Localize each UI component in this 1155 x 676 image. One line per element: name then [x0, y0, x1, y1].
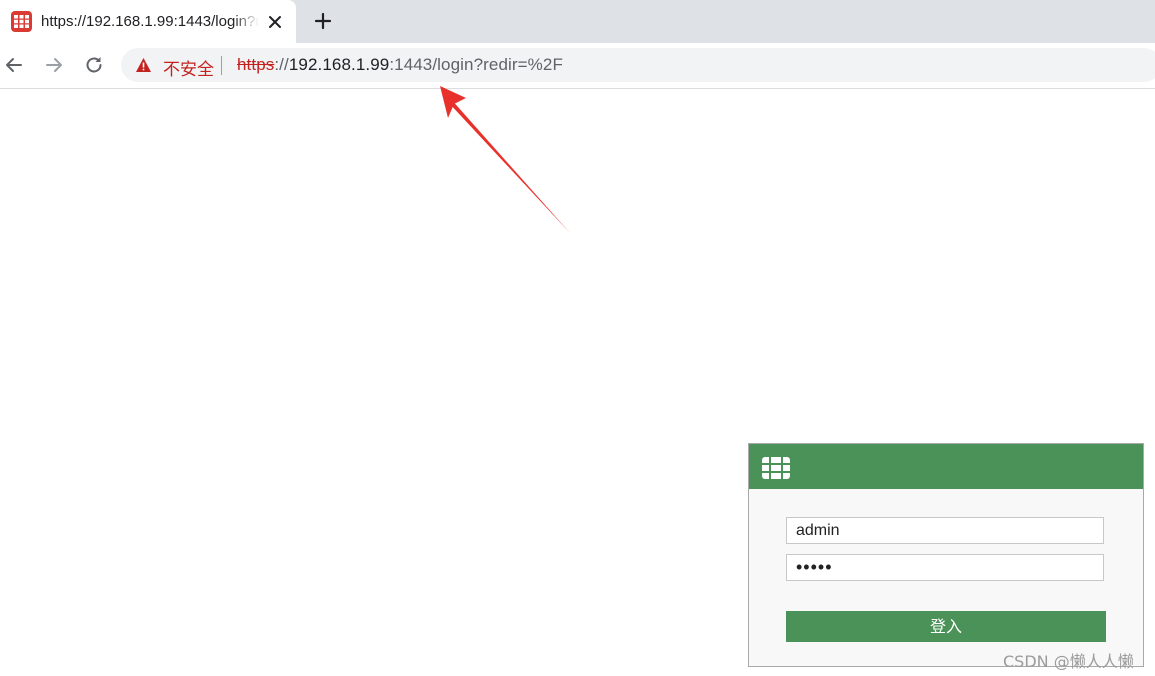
tab-active[interactable]: https://192.168.1.99:1443/login?redir=%2… — [0, 0, 296, 43]
login-panel: 登入 — [748, 443, 1144, 667]
annotation-arrow — [440, 86, 570, 233]
url-host: 192.168.1.99 — [288, 55, 390, 74]
login-header — [749, 444, 1143, 489]
browser-window: https://192.168.1.99:1443/login?redir=%2… — [0, 0, 1155, 676]
address-bar[interactable]: 不安全 https://192.168.1.99:1443/login?redi… — [121, 48, 1155, 82]
close-icon[interactable] — [264, 11, 286, 33]
tab-title: https://192.168.1.99:1443/login?redir=%2… — [41, 13, 259, 30]
security-status-label[interactable]: 不安全 — [163, 55, 214, 80]
login-button[interactable]: 登入 — [786, 611, 1106, 642]
tab-strip: https://192.168.1.99:1443/login?redir=%2… — [0, 0, 1155, 43]
address-divider — [221, 56, 222, 75]
warning-triangle-icon[interactable] — [135, 57, 152, 73]
arrow-left-icon[interactable] — [2, 53, 26, 77]
annotation-arrow-shaft — [442, 89, 570, 233]
fortinet-logo-icon — [760, 457, 792, 479]
url-scheme: https — [237, 55, 275, 74]
fortinet-favicon-icon — [11, 11, 32, 32]
url-text[interactable]: https://192.168.1.99:1443/login?redir=%2… — [237, 55, 563, 75]
arrow-right-icon[interactable] — [42, 53, 66, 77]
plus-icon[interactable] — [311, 9, 335, 33]
csdn-watermark: CSDN @懒人人懒 — [1003, 652, 1134, 671]
url-scheme-separator: :// — [274, 55, 289, 74]
username-input[interactable] — [786, 517, 1104, 544]
reload-icon[interactable] — [82, 53, 106, 77]
password-input[interactable] — [786, 554, 1104, 581]
url-path: :1443/login?redir=%2F — [389, 55, 563, 74]
